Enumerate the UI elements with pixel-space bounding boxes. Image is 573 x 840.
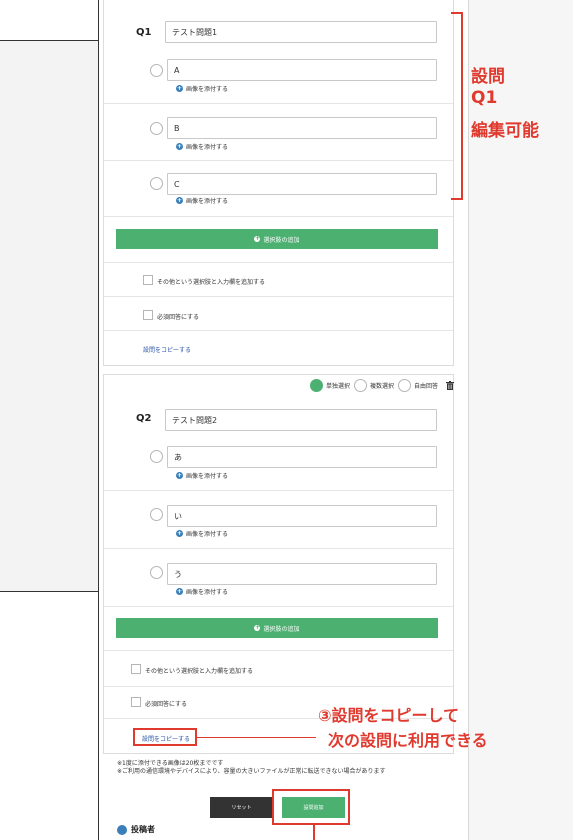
- required-checkbox[interactable]: [143, 310, 153, 320]
- choice-input[interactable]: B: [167, 117, 437, 139]
- annotation-connector: [197, 737, 316, 738]
- annotation-text: 編集可能: [471, 121, 539, 141]
- add-choice-button[interactable]: + 選択肢の追加: [116, 229, 438, 249]
- divider: [104, 548, 453, 549]
- plus-circle-icon: +: [254, 235, 261, 242]
- divider: [104, 650, 453, 651]
- choice-input[interactable]: う: [167, 563, 437, 585]
- other-option-checkbox[interactable]: [143, 275, 153, 285]
- poster-section: 投稿者: [117, 824, 155, 835]
- attach-label: 画像を添付する: [186, 198, 229, 205]
- answer-type-multiple[interactable]: 複数選択: [354, 379, 394, 392]
- choice-input[interactable]: A: [167, 59, 437, 81]
- answer-type-free[interactable]: 自由回答: [398, 379, 438, 392]
- divider: [104, 686, 453, 687]
- choice-input[interactable]: あ: [167, 446, 437, 468]
- attach-image-link[interactable]: + 画像を添付する: [176, 84, 228, 93]
- choice-input[interactable]: い: [167, 505, 437, 527]
- question-title-input[interactable]: テスト問題2: [165, 409, 437, 431]
- frame-line: [0, 591, 98, 592]
- plus-circle-icon: +: [176, 472, 183, 479]
- attach-label: 画像を添付する: [186, 531, 229, 538]
- radio-unselected: [398, 379, 412, 392]
- annotation-bracket: [451, 198, 463, 200]
- add-choice-label: 選択肢の追加: [263, 625, 300, 633]
- divider: [104, 216, 453, 217]
- choice-input[interactable]: C: [167, 173, 437, 195]
- divider: [104, 490, 453, 491]
- answer-type-label: 複数選択: [370, 383, 395, 390]
- add-choice-label: 選択肢の追加: [263, 236, 300, 244]
- answer-type-label: 自由回答: [414, 383, 439, 390]
- other-option-label: その他という選択肢と入力欄を追加する: [145, 668, 254, 675]
- left-background: [0, 40, 98, 592]
- required-label: 必須回答にする: [145, 701, 188, 708]
- annotation-text: ③設問をコピーして: [318, 706, 460, 725]
- question-number: Q1: [136, 27, 152, 38]
- plus-circle-icon: +: [176, 143, 183, 150]
- annotation-highlight: [133, 728, 197, 746]
- plus-circle-icon: +: [176, 197, 183, 204]
- user-icon: [117, 824, 127, 835]
- radio-selected: [310, 379, 323, 392]
- required-checkbox[interactable]: [131, 697, 141, 707]
- divider: [104, 606, 453, 607]
- attach-image-link[interactable]: + 画像を添付する: [176, 587, 228, 596]
- poster-label: 投稿者: [131, 825, 155, 834]
- divider: [104, 296, 453, 297]
- frame-line: [468, 0, 469, 840]
- question-number: Q2: [136, 413, 152, 424]
- attach-image-link[interactable]: + 画像を添付する: [176, 196, 228, 205]
- required-label: 必須回答にする: [157, 314, 200, 321]
- choice-radio[interactable]: [150, 508, 163, 521]
- annotation-highlight: [272, 789, 350, 825]
- divider: [104, 160, 453, 161]
- answer-type-selector: 単独選択 複数選択 自由回答: [310, 379, 455, 392]
- copy-question-link[interactable]: 設問をコピーする: [143, 345, 191, 354]
- attachment-note: ※ご利用の通信環境やデバイスにより、容量の大きいファイルが正常に転送できない場合…: [117, 768, 386, 775]
- attach-image-link[interactable]: + 画像を添付する: [176, 471, 228, 480]
- question-title-input[interactable]: テスト問題1: [165, 21, 437, 43]
- attach-label: 画像を添付する: [186, 144, 229, 151]
- frame-line: [98, 0, 99, 592]
- plus-circle-icon: +: [176, 85, 183, 92]
- attach-image-link[interactable]: + 画像を添付する: [176, 529, 228, 538]
- other-option-checkbox[interactable]: [131, 664, 141, 674]
- divider: [104, 103, 453, 104]
- annotation-text: 次の設問に利用できる: [328, 731, 488, 750]
- choice-radio[interactable]: [150, 122, 163, 135]
- answer-type-single[interactable]: 単独選択: [310, 379, 350, 392]
- frame-line: [98, 591, 99, 840]
- annotation-text: 設問: [471, 67, 505, 87]
- answer-type-label: 単独選択: [326, 383, 351, 390]
- radio-unselected: [354, 379, 368, 392]
- other-option-label: その他という選択肢と入力欄を追加する: [157, 279, 266, 286]
- plus-circle-icon: +: [176, 530, 183, 537]
- annotation-bracket: [461, 12, 463, 200]
- divider: [104, 330, 453, 331]
- annotation-text: Q1: [471, 88, 498, 108]
- reset-button[interactable]: リセット: [210, 797, 273, 818]
- annotation-connector: [313, 825, 315, 840]
- frame-line: [0, 40, 98, 41]
- add-choice-button[interactable]: + 選択肢の追加: [116, 618, 438, 638]
- choice-radio[interactable]: [150, 177, 163, 190]
- attach-image-link[interactable]: + 画像を添付する: [176, 142, 228, 151]
- attachment-note: ※1度に添付できる画像は20枚までです: [117, 760, 224, 767]
- trash-icon[interactable]: [446, 381, 455, 390]
- attach-label: 画像を添付する: [186, 589, 229, 596]
- divider: [104, 262, 453, 263]
- choice-radio[interactable]: [150, 450, 163, 463]
- attach-label: 画像を添付する: [186, 473, 229, 480]
- attach-label: 画像を添付する: [186, 86, 229, 93]
- plus-circle-icon: +: [254, 624, 261, 631]
- plus-circle-icon: +: [176, 588, 183, 595]
- choice-radio[interactable]: [150, 566, 163, 579]
- choice-radio[interactable]: [150, 64, 163, 77]
